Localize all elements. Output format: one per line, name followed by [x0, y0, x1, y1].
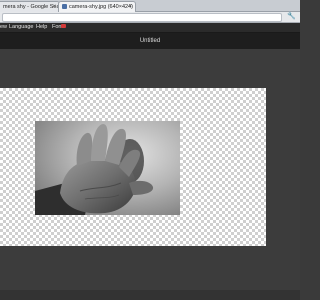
wrench-icon[interactable]: 🔧 [287, 12, 296, 22]
tab-close-icon[interactable]: × [128, 2, 132, 12]
document-title: Untitled [139, 38, 161, 44]
page-favicon-icon [62, 4, 67, 9]
browser-toolbar: 🔧 [0, 12, 300, 23]
document-title-bar: Untitled [0, 33, 300, 49]
app-menu-bar: ew Language Help Font [0, 23, 300, 33]
new-badge-icon [61, 24, 66, 28]
menu-help[interactable]: Help [36, 23, 47, 32]
status-bar [0, 290, 300, 300]
tab-close-icon[interactable]: × [52, 2, 56, 12]
browser-tab-google-search[interactable]: mera shy - Google Search × [0, 1, 60, 12]
address-bar[interactable] [2, 13, 282, 22]
menu-language[interactable]: Language [9, 23, 33, 32]
hand-photo-image [35, 121, 180, 215]
photo-layer-hand[interactable] [35, 121, 180, 215]
tab-title: camera-shy.jpg (640×424) [69, 4, 133, 10]
tab-title: mera shy - Google Search [3, 4, 60, 10]
browser-tab-strip: mera shy - Google Search × camera-shy.jp… [0, 0, 300, 12]
menu-view[interactable]: ew [0, 23, 7, 32]
browser-tab-camera-shy[interactable]: camera-shy.jpg (640×424) × [58, 1, 136, 12]
